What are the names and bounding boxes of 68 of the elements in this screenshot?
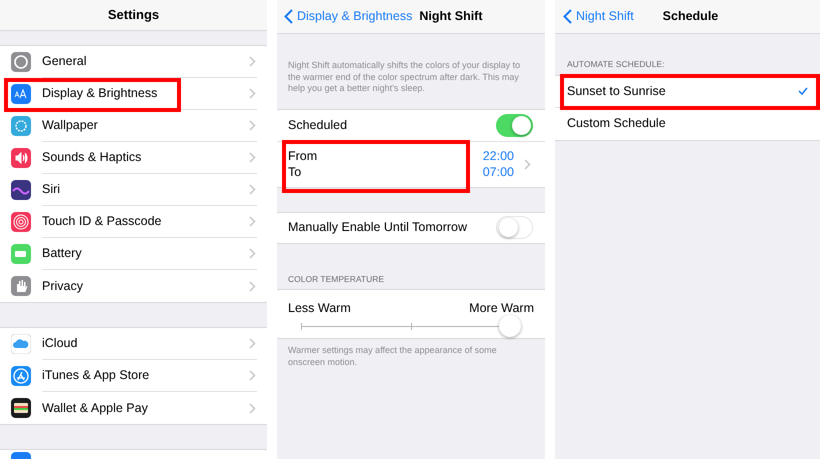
settings-row[interactable]: Wallet & Apple Pay — [0, 392, 267, 424]
chevron-icon — [524, 158, 531, 170]
back-link[interactable]: Display & Brightness — [297, 7, 412, 26]
back-chevron-icon[interactable] — [284, 9, 293, 24]
row-label: iTunes & App Store — [42, 367, 150, 384]
row-label: Wallpaper — [42, 117, 99, 134]
row-label: Manually Enable Until Tomorrow — [288, 219, 468, 236]
row-label: Wallet & Apple Pay — [42, 400, 149, 417]
toggle-switch[interactable] — [496, 216, 533, 239]
slider-thumb[interactable] — [499, 315, 521, 337]
row-label: Siri — [42, 181, 62, 198]
chevron-icon — [249, 56, 256, 67]
chevron-icon — [249, 370, 256, 381]
from-label: From — [288, 148, 318, 164]
screen-title: Schedule — [662, 8, 718, 26]
chevron-icon — [249, 88, 256, 99]
footer-text: Warmer settings may affect the appearance of some onscreen motion. — [287, 344, 498, 368]
row-label: Battery — [42, 245, 83, 262]
wallet-icon — [11, 398, 31, 418]
row-label: Privacy — [42, 278, 84, 295]
row-label: General — [42, 53, 88, 70]
settings-row[interactable]: iCloud — [0, 328, 267, 360]
settings-row[interactable]: Touch ID & Passcode — [0, 206, 267, 238]
row-label: Sounds & Haptics — [42, 149, 142, 166]
chevron-icon — [249, 280, 256, 292]
cloud-icon — [11, 334, 31, 354]
back-link[interactable]: Night Shift — [576, 7, 634, 26]
chevron-icon — [249, 216, 256, 227]
hand-icon — [11, 276, 31, 296]
settings-row[interactable]: Wallpaper — [0, 110, 267, 142]
schedule-option[interactable]: Sunset to Sunrise — [555, 76, 820, 108]
speaker-icon — [11, 148, 31, 168]
chevron-icon — [249, 248, 256, 259]
chevron-icon — [249, 120, 256, 131]
settings-row[interactable]: Sounds & Haptics — [0, 142, 267, 174]
settings-row[interactable]: iTunes & App Store — [0, 360, 267, 392]
screen-title: Night Shift — [419, 8, 483, 26]
settings-row[interactable]: Siri — [0, 174, 267, 206]
schedule-option[interactable]: Custom Schedule — [555, 108, 820, 140]
settings-row[interactable]: Battery — [0, 238, 267, 270]
chevron-icon — [249, 402, 256, 414]
settings-row[interactable]: Privacy — [0, 270, 267, 302]
screen-title: Settings — [108, 6, 160, 24]
row-label: iCloud — [42, 335, 78, 352]
slider-min-label: Less Warm — [288, 300, 351, 318]
from-time: 22:00 — [482, 148, 514, 164]
chevron-icon — [249, 338, 256, 349]
schedule-row[interactable]: From To 22:00 07:00 — [277, 142, 545, 186]
row-label: Display & Brightness — [42, 85, 158, 102]
toggle-switch[interactable] — [496, 114, 533, 136]
settings-row[interactable]: General — [0, 46, 267, 78]
slider-max-label: More Warm — [469, 300, 534, 318]
description-text: Night Shift automatically shifts the colors of your display to the warmer end of the color spectrum after dark. This may help you get a better night’s sleep. — [287, 59, 522, 95]
text-size-icon — [11, 84, 31, 104]
battery-icon — [11, 244, 31, 264]
row-label: Touch ID & Passcode — [42, 213, 163, 230]
to-time: 07:00 — [482, 164, 514, 180]
section-header: AUTOMATE SCHEDULE: — [566, 58, 666, 71]
app-icon — [11, 452, 31, 459]
to-label: To — [288, 164, 302, 180]
chevron-icon — [249, 152, 256, 163]
app-store-icon — [11, 366, 31, 386]
section-header: COLOR TEMPERATURE — [287, 272, 386, 286]
checkmark-icon — [798, 87, 808, 96]
settings-row[interactable]: Display & Brightness — [0, 78, 267, 110]
chevron-icon — [249, 184, 256, 195]
row-label: Scheduled — [288, 116, 348, 134]
back-chevron-icon[interactable] — [563, 9, 572, 24]
